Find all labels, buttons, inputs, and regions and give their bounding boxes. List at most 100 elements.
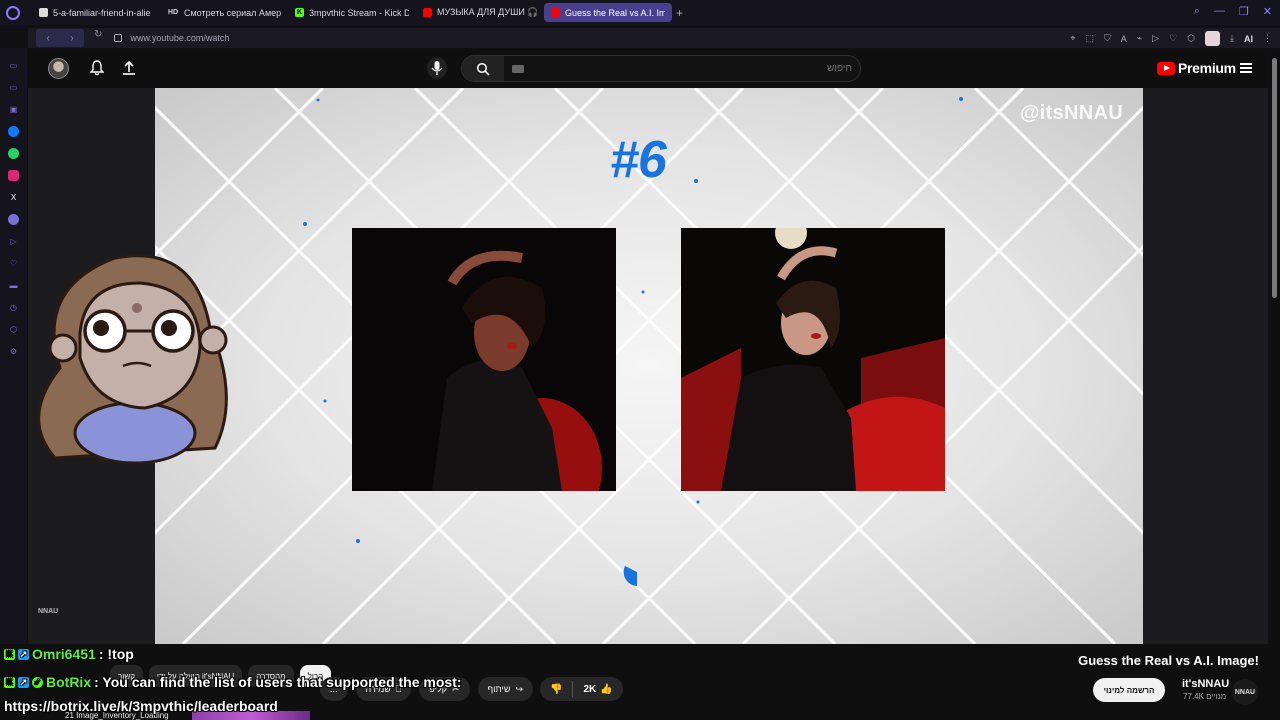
voice-search-button[interactable] [427, 57, 447, 79]
tab-2[interactable]: HD Смотреть сериал Амери [160, 3, 288, 22]
streamer-avatar-overlay [37, 254, 228, 465]
ai-icon[interactable]: AI [1244, 34, 1253, 44]
chat-text: : You can find the list of users that su… [94, 674, 462, 690]
chat-username: Omri6451 [32, 646, 96, 662]
thumbs-down-icon: 👎 [550, 683, 563, 695]
loading-spinner-icon [623, 566, 637, 586]
user-avatar[interactable] [48, 58, 69, 79]
tab-3[interactable]: K 3mpvthic Stream - Kick D [288, 3, 416, 22]
scroll-thumb[interactable] [1272, 58, 1277, 298]
workspace-icon[interactable]: ▭ [8, 60, 19, 71]
channel-avatar[interactable]: NNAU [1232, 679, 1258, 705]
search-button[interactable] [462, 56, 504, 81]
youtube-icon [551, 8, 560, 17]
lock-icon[interactable] [114, 34, 123, 42]
like-button[interactable]: 2K 👍 [573, 677, 622, 701]
heart-icon[interactable]: ♡ [8, 258, 19, 269]
tab-label: 3mpvthic Stream - Kick D [309, 7, 409, 18]
microphone-icon [431, 61, 443, 75]
profile-avatar[interactable] [1205, 31, 1221, 46]
document-icon [39, 8, 48, 17]
player-icon[interactable]: ▷ [8, 236, 19, 247]
x-icon[interactable]: X [8, 192, 19, 203]
image-option-left[interactable] [352, 228, 616, 491]
share-button[interactable]: שיתוף ↪ [477, 677, 533, 701]
browser-sidebar: ▭ ▭ ▣ X ▷ ♡ ▬ ◷ ⬡ ⚙ [0, 48, 27, 644]
reload-icon[interactable]: ↻ [94, 29, 102, 47]
search-input[interactable] [512, 59, 852, 78]
round-number: #6 [610, 131, 667, 189]
close-icon[interactable]: ✕ [1263, 5, 1272, 18]
guide-menu-icon[interactable] [1240, 63, 1252, 73]
download-icon[interactable]: ⤓ [1230, 33, 1234, 44]
shield-icon[interactable]: ⛉ [1104, 33, 1111, 44]
tab-4[interactable]: МУЗЫКА ДЛЯ ДУШИ 🎧 [416, 3, 544, 22]
subscribe-button[interactable]: הרשמה למינוי [1093, 678, 1165, 702]
verified-badge-icon: ✓ [32, 676, 43, 688]
dislike-button[interactable]: 👎 [540, 677, 572, 701]
history-icon[interactable]: ◷ [8, 302, 19, 313]
messenger-icon[interactable] [8, 125, 19, 137]
new-tab-button[interactable]: + [676, 6, 683, 20]
back-icon[interactable]: ‹ [46, 33, 49, 44]
instagram-icon[interactable] [8, 169, 19, 181]
speaker-icon[interactable]: ⌁ [1137, 33, 1142, 44]
url-field[interactable]: www.youtube.com/watch [130, 33, 229, 43]
moderator-badge-icon: ↗ [18, 676, 29, 688]
translate-icon[interactable]: A [1121, 34, 1127, 44]
kick-badge-icon: K [4, 676, 15, 688]
like-dislike-group: 👎 2K 👍 [540, 677, 623, 701]
chat-text: : !top [98, 646, 134, 662]
chat-link: https://botrix.live/k/3mpvthic/leaderboa… [4, 698, 278, 714]
kick-icon: K [295, 8, 304, 17]
notifications-bell-icon[interactable] [90, 60, 104, 76]
tab-bar: 5-a-familiar-friend-in-alie HD Смотреть … [0, 0, 1280, 25]
search-tabs-icon[interactable]: ⌕ [1194, 5, 1200, 18]
page-scrollbar[interactable] [1270, 50, 1280, 644]
video-title: Guess the Real vs A.I. Image! [1078, 653, 1259, 668]
snapshot-icon[interactable]: ⬚ [1085, 33, 1094, 44]
image-option-right[interactable] [681, 228, 945, 491]
workspace-icon[interactable]: ▣ [8, 104, 19, 115]
youtube-logo-icon [1157, 61, 1175, 75]
nav-buttons: ‹ › ↻ [28, 29, 110, 47]
chat-message: K ↗ ✓ BotRix : You can find the list of … [4, 674, 462, 690]
search-box [461, 55, 861, 82]
settings-icon[interactable]: ⚙ [8, 346, 19, 357]
wallet-icon[interactable]: ▬ [8, 280, 19, 291]
address-bar: ‹ › ↻ www.youtube.com/watch ⌖ ⬚ ⛉ A ⌁ ▷ … [28, 28, 1280, 48]
play-icon[interactable]: ▷ [1152, 33, 1159, 44]
youtube-premium-logo[interactable]: Premium [1157, 60, 1236, 76]
channel-watermark: @itsNNAU [1019, 102, 1123, 124]
forward-icon[interactable]: › [70, 33, 73, 44]
menu-icon[interactable]: ⋮ [1263, 33, 1272, 44]
corner-logo: NNAU [38, 608, 59, 615]
extensions-icon[interactable]: ⬡ [8, 324, 19, 335]
tab-label: Guess the Real vs A.I. Imag [565, 7, 665, 18]
premium-label: Premium [1178, 60, 1236, 76]
like-count: 2K [583, 683, 597, 695]
chat-message: K ↗ Omri6451 : !top [4, 646, 134, 662]
maximize-icon[interactable]: ❐ [1239, 5, 1249, 18]
moderator-badge-icon: ↗ [18, 648, 29, 660]
tab-5-active[interactable]: Guess the Real vs A.I. Imag [544, 3, 672, 22]
extension-icons: ⌖ ⬚ ⛉ A ⌁ ▷ ♡ ⬡ ⤓ AI ⋮ [1070, 31, 1272, 46]
share-label: שיתוף [487, 684, 511, 694]
heart-icon[interactable]: ♡ [1169, 33, 1177, 44]
tab-label: 5-a-familiar-friend-in-alie [53, 7, 151, 18]
minimize-icon[interactable]: — [1214, 5, 1225, 18]
channel-name[interactable]: it'sNNAU [1182, 678, 1229, 690]
extensions-icon[interactable]: ⬡ [1187, 33, 1195, 44]
whatsapp-icon[interactable] [8, 147, 19, 159]
subscriber-count: 77.4K מנויים [1183, 692, 1227, 701]
spotify-icon[interactable] [8, 213, 19, 225]
pin-icon[interactable]: ⌖ [1070, 33, 1075, 44]
share-icon: ↪ [515, 683, 523, 694]
opera-logo-icon[interactable] [6, 5, 20, 20]
tab-label: МУЗЫКА ДЛЯ ДУШИ 🎧 [437, 7, 537, 17]
video-player[interactable]: @itsNNAU #6 [155, 88, 1143, 644]
workspace-icon[interactable]: ▭ [8, 82, 19, 93]
upload-icon[interactable] [122, 60, 136, 76]
tab-1[interactable]: 5-a-familiar-friend-in-alie [32, 3, 160, 22]
youtube-header: Premium [28, 50, 1268, 88]
